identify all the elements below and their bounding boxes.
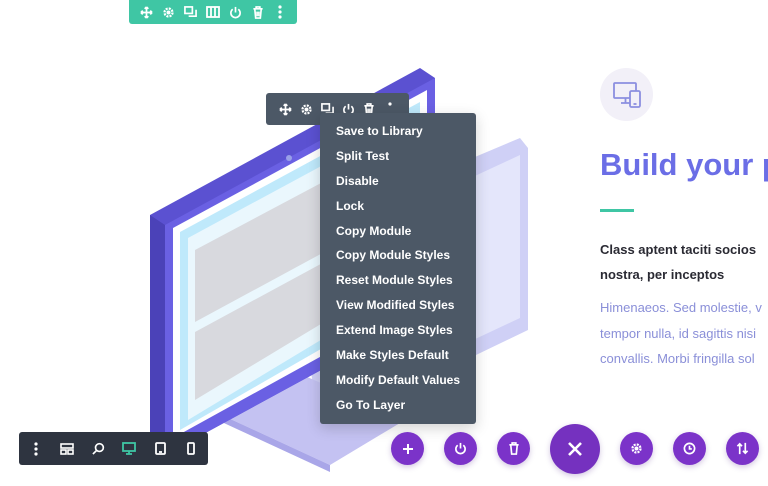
close-button[interactable]	[550, 424, 600, 474]
portability-button[interactable]	[726, 432, 759, 465]
menu-item-copy-module[interactable]: Copy Module	[320, 219, 476, 244]
menu-item-save-to-library[interactable]: Save to Library	[320, 119, 476, 144]
intro-line: Class aptent taciti socios	[600, 242, 757, 257]
trash-icon	[508, 442, 519, 455]
columns-icon[interactable]	[204, 2, 222, 22]
page-heading: Build your p	[600, 147, 768, 182]
body-text: Himenaeos. Sed molestie, v tempor nulla,…	[600, 295, 768, 372]
layout-icon[interactable]	[56, 437, 78, 461]
menu-item-split-test[interactable]: Split Test	[320, 144, 476, 169]
plus-icon	[402, 443, 413, 454]
menu-item-extend-image-styles[interactable]: Extend Image Styles	[320, 318, 476, 343]
devices-icon	[612, 81, 641, 108]
history-icon	[683, 442, 696, 455]
menu-item-reset-module-styles[interactable]: Reset Module Styles	[320, 268, 476, 293]
body-line: convallis. Morbi fringilla sol	[600, 351, 755, 366]
body-line: Himenaeos. Sed molestie, v	[600, 300, 762, 315]
delete-button[interactable]	[497, 432, 530, 465]
desktop-icon[interactable]	[118, 437, 140, 461]
accent-divider	[600, 209, 634, 212]
move-icon[interactable]	[137, 2, 155, 22]
add-button[interactable]	[391, 432, 424, 465]
power-icon[interactable]	[226, 2, 244, 22]
more-vertical-icon[interactable]	[271, 2, 289, 22]
disable-button[interactable]	[444, 432, 477, 465]
settings-button[interactable]	[620, 432, 653, 465]
section-toolbar	[129, 0, 297, 24]
sort-icon	[736, 442, 749, 455]
trash-icon[interactable]	[249, 2, 267, 22]
move-icon[interactable]	[276, 98, 294, 120]
menu-item-go-to-layer[interactable]: Go To Layer	[320, 393, 476, 418]
body-line: tempor nulla, id sagittis nisi	[600, 325, 757, 341]
tablet-icon[interactable]	[149, 437, 171, 461]
intro-text: Class aptent taciti socios nostra, per i…	[600, 237, 768, 287]
feature-icon-badge	[600, 68, 653, 121]
duplicate-icon[interactable]	[182, 2, 200, 22]
power-icon	[455, 442, 466, 455]
menu-item-disable[interactable]: Disable	[320, 169, 476, 194]
menu-item-modify-default-values[interactable]: Modify Default Values	[320, 368, 476, 393]
gear-icon	[631, 443, 642, 454]
more-vertical-icon[interactable]	[25, 437, 47, 461]
close-icon	[568, 442, 582, 456]
module-context-menu: Save to Library Split Test Disable Lock …	[320, 113, 476, 424]
intro-line: nostra, per inceptos	[600, 267, 725, 282]
menu-item-make-styles-default[interactable]: Make Styles Default	[320, 343, 476, 368]
menu-item-copy-module-styles[interactable]: Copy Module Styles	[320, 243, 476, 268]
gear-icon[interactable]	[159, 2, 177, 22]
gear-icon[interactable]	[297, 98, 315, 120]
menu-item-view-modified-styles[interactable]: View Modified Styles	[320, 293, 476, 318]
menu-item-lock[interactable]: Lock	[320, 194, 476, 219]
zoom-icon[interactable]	[87, 437, 109, 461]
history-button[interactable]	[673, 432, 706, 465]
view-mode-toolbar	[19, 432, 208, 465]
phone-icon[interactable]	[180, 437, 202, 461]
